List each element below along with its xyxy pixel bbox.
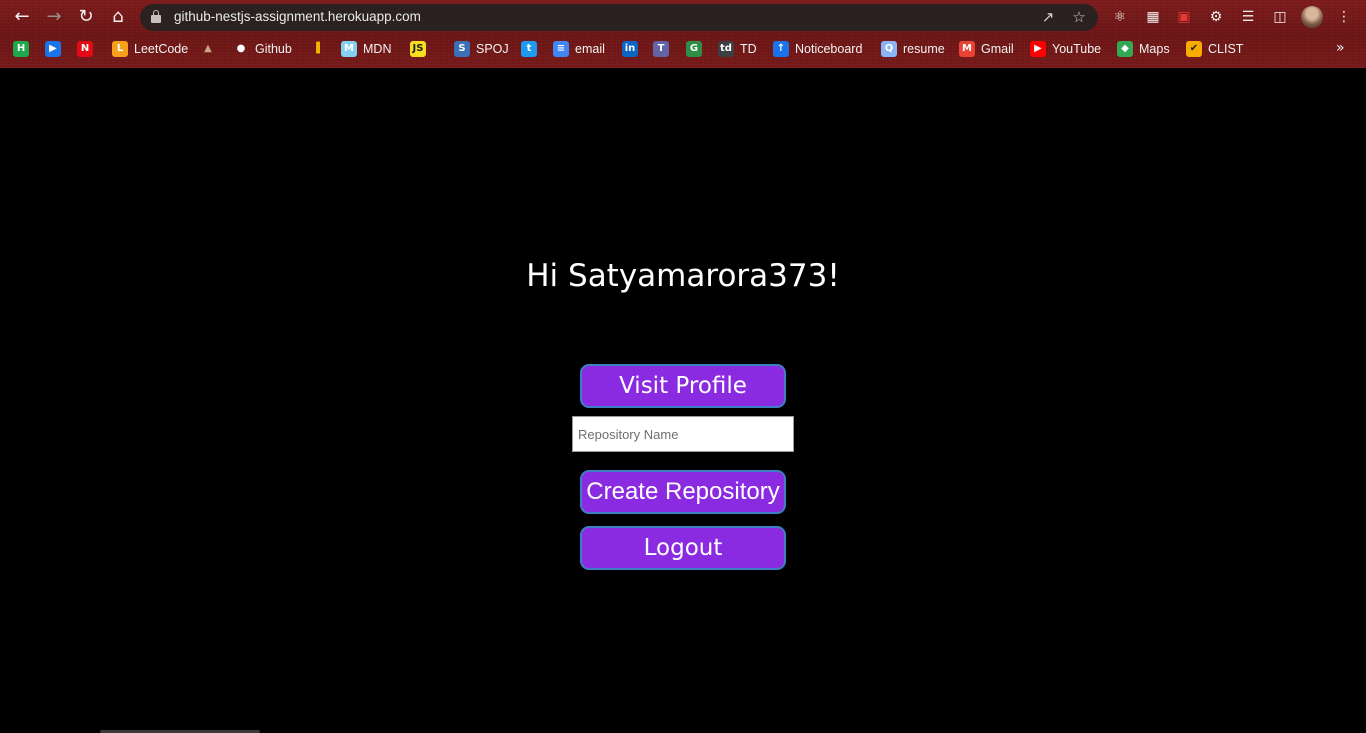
docs-icon: ≡ xyxy=(553,41,569,57)
github-icon: ● xyxy=(236,43,246,54)
bookmark-item[interactable]: T xyxy=(653,39,669,59)
bookmark-item[interactable]: L LeetCode xyxy=(112,39,188,59)
js-icon: JS xyxy=(410,41,426,57)
browser-toolbar: ← → ↻ ⌂ github-nestjs-assignment.herokua… xyxy=(0,0,1366,34)
create-repository-button[interactable]: Create Repository xyxy=(580,470,786,514)
bookmark-item[interactable]: JS xyxy=(410,39,426,59)
search-doc-icon: Q xyxy=(881,41,897,57)
bookmark-item[interactable]: ✔ CLIST xyxy=(1186,39,1243,59)
linkedin-icon: in xyxy=(622,41,638,57)
star-icon[interactable]: ☆ xyxy=(1070,8,1088,26)
geeksforgeeks-icon: G xyxy=(686,41,702,57)
media-icon[interactable]: ☰ xyxy=(1238,7,1258,27)
bookmark-label: Maps xyxy=(1139,42,1170,56)
bookmark-item[interactable]: in xyxy=(622,39,638,59)
bookmark-item[interactable]: ▶ xyxy=(45,39,61,59)
bookmark-item[interactable]: M Gmail xyxy=(959,39,1014,59)
chart-icon: ▐ xyxy=(312,43,320,54)
bookmark-item[interactable]: Qresume xyxy=(881,39,945,59)
extension-red-icon[interactable]: ▣ xyxy=(1174,7,1194,27)
bookmark-item[interactable]: ≡ email xyxy=(553,39,605,59)
bookmarks-bar: H ▶ N L LeetCode ▲ ● Github ▐ M MDN JS S SPOJ t ≡ email i… xyxy=(0,37,1366,61)
forward-icon[interactable]: → xyxy=(43,6,65,28)
bookmark-item[interactable]: ▲ xyxy=(200,39,216,59)
bookmark-item[interactable]: S SPOJ xyxy=(454,39,509,59)
clist-icon: ✔ xyxy=(1186,41,1202,57)
bookmark-label: Noticeboard xyxy=(795,42,863,56)
leetcode-icon: L xyxy=(112,41,128,57)
share-icon[interactable]: ↗ xyxy=(1039,8,1057,26)
bookmark-item[interactable]: H xyxy=(13,39,29,59)
bookmark-item[interactable]: M MDN xyxy=(341,39,391,59)
bookmark-item[interactable]: td TD xyxy=(718,39,757,59)
bookmark-label: MDN xyxy=(363,42,392,56)
lock-icon[interactable] xyxy=(151,10,161,24)
bookmark-item[interactable]: ↑ Noticeboard xyxy=(773,39,862,59)
home-icon[interactable]: ⌂ xyxy=(107,6,129,28)
browser-chrome: ← → ↻ ⌂ github-nestjs-assignment.herokua… xyxy=(0,0,1366,68)
bookmark-label: Github xyxy=(255,42,292,56)
spoj-icon: S xyxy=(454,41,470,57)
puzzle-icon[interactable]: ⚙ xyxy=(1206,7,1226,27)
bookmark-label: Gmail xyxy=(981,42,1014,56)
bookmark-item[interactable]: G xyxy=(686,39,702,59)
extension-icon[interactable]: ▦ xyxy=(1143,7,1163,27)
bookmark-item[interactable]: ▐ xyxy=(308,39,324,59)
greeting-heading: Hi Satyamarora373! xyxy=(526,258,840,294)
address-bar[interactable]: github-nestjs-assignment.herokuapp.com ↗… xyxy=(140,4,1098,31)
bookmark-item[interactable]: ● Github xyxy=(233,39,292,59)
netflix-icon: N xyxy=(77,41,93,57)
bookmark-label: YouTube xyxy=(1052,42,1102,56)
side-panel-icon[interactable]: ◫ xyxy=(1270,7,1290,27)
page-content: Hi Satyamarora373! Visit Profile Create … xyxy=(0,68,1366,733)
logout-button[interactable]: Logout xyxy=(580,526,786,570)
bookmark-label: LeetCode xyxy=(134,42,189,56)
reload-icon[interactable]: ↻ xyxy=(75,6,97,28)
play-icon: ▶ xyxy=(45,41,61,57)
back-icon[interactable]: ← xyxy=(11,6,33,28)
mdn-icon: M xyxy=(341,41,357,57)
visit-profile-button[interactable]: Visit Profile xyxy=(580,364,786,408)
url-text[interactable]: github-nestjs-assignment.herokuapp.com xyxy=(174,9,421,24)
avatar[interactable] xyxy=(1301,6,1323,28)
bookmark-label: CLIST xyxy=(1208,42,1244,56)
bookmark-label: email xyxy=(575,42,605,56)
youtube-icon: ▶ xyxy=(1030,41,1046,57)
react-devtools-icon[interactable]: ⚛ xyxy=(1110,7,1130,27)
gmail-icon: M xyxy=(959,41,975,57)
twitter-icon: t xyxy=(521,41,537,57)
bookmark-item[interactable]: N xyxy=(77,39,93,59)
bookmark-item[interactable]: t xyxy=(521,39,537,59)
pin-icon: ↑ xyxy=(773,41,789,57)
bookmark-item[interactable]: ▶ YouTube xyxy=(1030,39,1101,59)
codechef-icon: ▲ xyxy=(204,43,212,54)
more-bookmarks-icon[interactable]: » xyxy=(1336,40,1345,56)
hackerrank-icon: H xyxy=(13,41,29,57)
repository-name-input[interactable] xyxy=(572,416,794,452)
teams-icon: T xyxy=(653,41,669,57)
menu-icon[interactable]: ⋮ xyxy=(1334,7,1354,27)
td-icon: td xyxy=(718,41,734,57)
bookmark-label: SPOJ xyxy=(476,42,509,56)
bookmark-label: resume xyxy=(903,42,945,56)
bookmark-label: TD xyxy=(740,42,757,56)
maps-icon: ◆ xyxy=(1117,41,1133,57)
bookmark-item[interactable]: ◆ Maps xyxy=(1117,39,1170,59)
